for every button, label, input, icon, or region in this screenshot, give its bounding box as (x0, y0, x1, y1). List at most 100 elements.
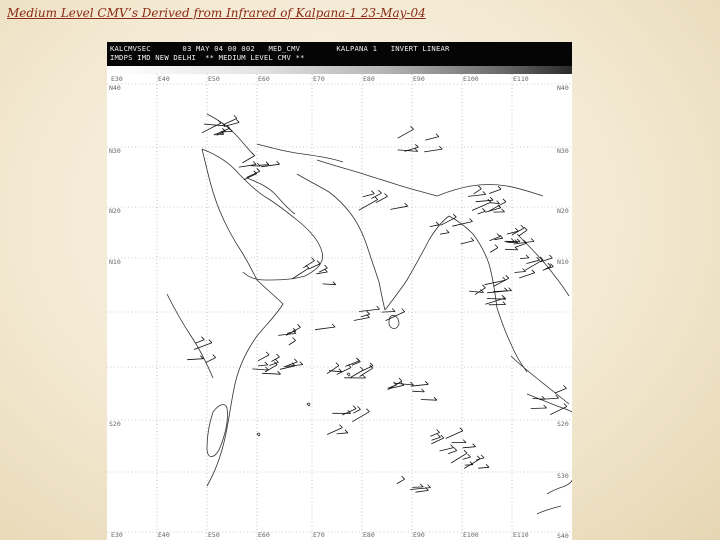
wind-barb (208, 339, 213, 343)
wind-barb (531, 269, 536, 274)
wind-vector (362, 193, 375, 198)
wind-vector (345, 360, 360, 367)
wind-barb (384, 193, 388, 197)
latitude-label: N40 (109, 84, 121, 92)
wind-vectors (187, 115, 568, 493)
wind-vector (549, 406, 568, 416)
wind-barb (331, 323, 336, 328)
wind-barb (256, 168, 261, 172)
latitude-label: S30 (557, 472, 569, 480)
wind-vector (431, 437, 444, 445)
wind-barb (510, 238, 515, 242)
wind-barb (450, 444, 454, 448)
wind-vector (440, 232, 450, 235)
wind-vector (514, 271, 526, 273)
wind-vector (252, 368, 269, 371)
wind-barb (252, 161, 257, 165)
wind-vector (445, 430, 464, 439)
wind-vector (353, 317, 370, 321)
wind-barb (265, 351, 270, 356)
wind-vector (505, 248, 518, 251)
longitude-label: E30 (111, 75, 123, 83)
grey-scale-bar (107, 66, 572, 74)
wind-barb (497, 185, 502, 190)
latitude-label: N10 (557, 258, 569, 266)
wind-barb (467, 453, 471, 458)
wind-barb (515, 227, 519, 232)
wind-barb (297, 324, 301, 328)
wind-barb (496, 233, 501, 237)
longitude-label: E90 (413, 75, 425, 83)
wind-vector (424, 148, 443, 153)
wind-vector (353, 409, 361, 414)
wind-barb (536, 256, 540, 261)
wind-vector (430, 432, 440, 437)
wind-vector (469, 290, 484, 293)
wind-barb (478, 185, 482, 190)
latitude-label: N10 (109, 258, 121, 266)
wind-barb (436, 429, 440, 433)
wind-barb (563, 403, 568, 407)
wind-barb (369, 362, 374, 367)
wind-barb (502, 276, 506, 281)
wind-barb (251, 152, 255, 156)
longitude-label: E80 (363, 75, 375, 83)
wind-vector (504, 240, 521, 243)
cmv-map (107, 74, 572, 540)
image-header-band: KALCMVSEC 03 MAY 04 00 002 MED_CMV KALPA… (107, 42, 572, 66)
wind-vector (467, 194, 486, 197)
wind-vector (258, 164, 270, 166)
wind-vector (473, 188, 482, 195)
wind-barb (453, 213, 457, 218)
wind-barb (235, 119, 240, 123)
wind-barb (357, 406, 361, 410)
wind-vector (420, 399, 437, 401)
wind-barb (462, 439, 467, 443)
wind-vector (359, 367, 373, 377)
wind-barb (520, 224, 525, 229)
longitude-label: E60 (258, 531, 270, 539)
wind-barb (233, 115, 238, 119)
latitude-label: S20 (109, 420, 121, 428)
wind-barb (229, 128, 233, 132)
wind-barb (427, 484, 431, 488)
longitude-label: E50 (208, 531, 220, 539)
wind-vector (412, 486, 424, 488)
longitude-label: E30 (111, 531, 123, 539)
wind-vector (477, 210, 486, 215)
wind-barb (476, 455, 481, 460)
wind-barb (469, 218, 473, 222)
longitude-label: E100 (463, 75, 479, 83)
wind-barb (212, 354, 216, 358)
wind-barb (339, 424, 343, 428)
wind-vector (243, 173, 257, 181)
wind-barb (502, 198, 507, 203)
wind-barb (445, 229, 450, 233)
longitude-label: E110 (513, 75, 529, 83)
longitude-label: E50 (208, 75, 220, 83)
wind-vector (390, 205, 408, 210)
wind-barb (440, 434, 445, 439)
wind-barb (404, 202, 408, 207)
wind-vector (242, 155, 255, 164)
wind-vector (385, 311, 405, 321)
wind-vector (554, 388, 567, 394)
wind-barb (419, 483, 424, 488)
wind-barb (525, 254, 530, 259)
wind-vector (396, 478, 405, 484)
wind-vector (463, 458, 481, 469)
latitude-label: N30 (109, 147, 121, 155)
wind-barb (459, 427, 464, 432)
wind-vector (195, 339, 205, 344)
wind-barb (502, 301, 506, 305)
wind-barb (435, 133, 440, 137)
wind-barb (435, 221, 440, 226)
wind-vector (450, 452, 468, 464)
wind-vector (350, 369, 364, 378)
wind-vector (425, 136, 439, 141)
wind-vector (246, 170, 260, 178)
wind-vector (439, 447, 454, 452)
slide-title: Medium Level CMV’s Derived from Infrared… (7, 6, 426, 20)
wind-barb (378, 189, 382, 194)
wind-barb (453, 447, 458, 451)
